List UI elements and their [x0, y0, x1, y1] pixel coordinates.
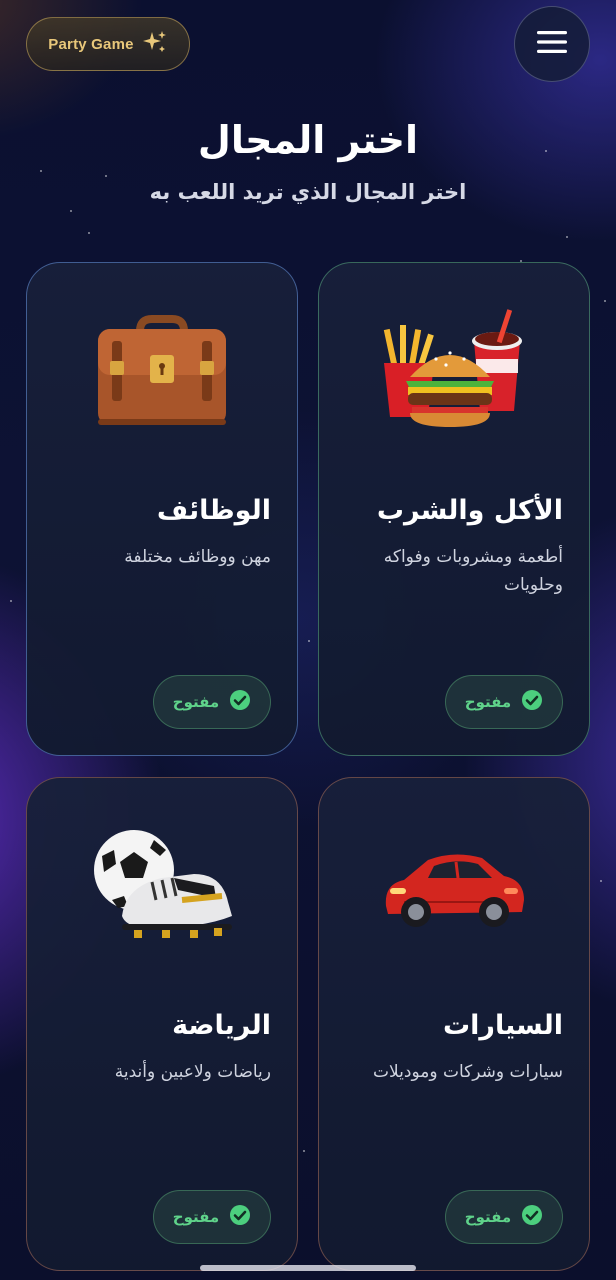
burger-fries-drink-icon [374, 301, 534, 431]
category-description: رياضات ولاعبين وأندية [114, 1062, 271, 1082]
page-subtitle: اختر المجال الذي تريد اللعب به [149, 180, 467, 204]
hamburger-menu-icon [537, 31, 567, 57]
category-title: السيارات [443, 1010, 563, 1041]
status-label: مفتوح [464, 693, 512, 711]
status-label: مفتوح [464, 1208, 512, 1226]
category-title: الأكل والشرب [376, 495, 563, 526]
status-badge: مفتوح [445, 675, 563, 729]
football-boot-icon [82, 816, 242, 946]
category-card-sports[interactable]: الرياضة رياضات ولاعبين وأندية مفتوح [26, 777, 298, 1271]
category-description: مهن ووظائف مختلفة [124, 547, 271, 567]
status-badge: مفتوح [153, 1190, 271, 1244]
category-card-cars[interactable]: السيارات سيارات وشركات وموديلات مفتوح [318, 777, 590, 1271]
menu-button[interactable] [514, 6, 590, 82]
category-card-food[interactable]: الأكل والشرب أطعمة ومشروبات وفواكه وحلوي… [318, 262, 590, 756]
status-badge: مفتوح [153, 675, 271, 729]
status-label: مفتوح [172, 693, 220, 711]
check-circle-icon [229, 1204, 251, 1230]
category-card-jobs[interactable]: الوظائف مهن ووظائف مختلفة مفتوح [26, 262, 298, 756]
category-title: الرياضة [172, 1010, 271, 1041]
party-game-badge[interactable]: Party Game [26, 17, 190, 71]
check-circle-icon [229, 689, 251, 715]
home-indicator[interactable] [200, 1265, 416, 1271]
category-description: سيارات وشركات وموديلات [373, 1062, 563, 1082]
status-label: مفتوح [172, 1208, 220, 1226]
category-title: الوظائف [156, 495, 271, 526]
status-badge: مفتوح [445, 1190, 563, 1244]
red-car-icon [374, 816, 534, 946]
check-circle-icon [521, 1204, 543, 1230]
check-circle-icon [521, 689, 543, 715]
page-title: اختر المجال [197, 118, 419, 162]
sparkles-icon [142, 29, 168, 59]
briefcase-icon [82, 301, 242, 431]
category-description: أطعمة ومشروبات وفواكه وحلويات [383, 547, 563, 595]
party-game-label: Party Game [48, 35, 134, 53]
